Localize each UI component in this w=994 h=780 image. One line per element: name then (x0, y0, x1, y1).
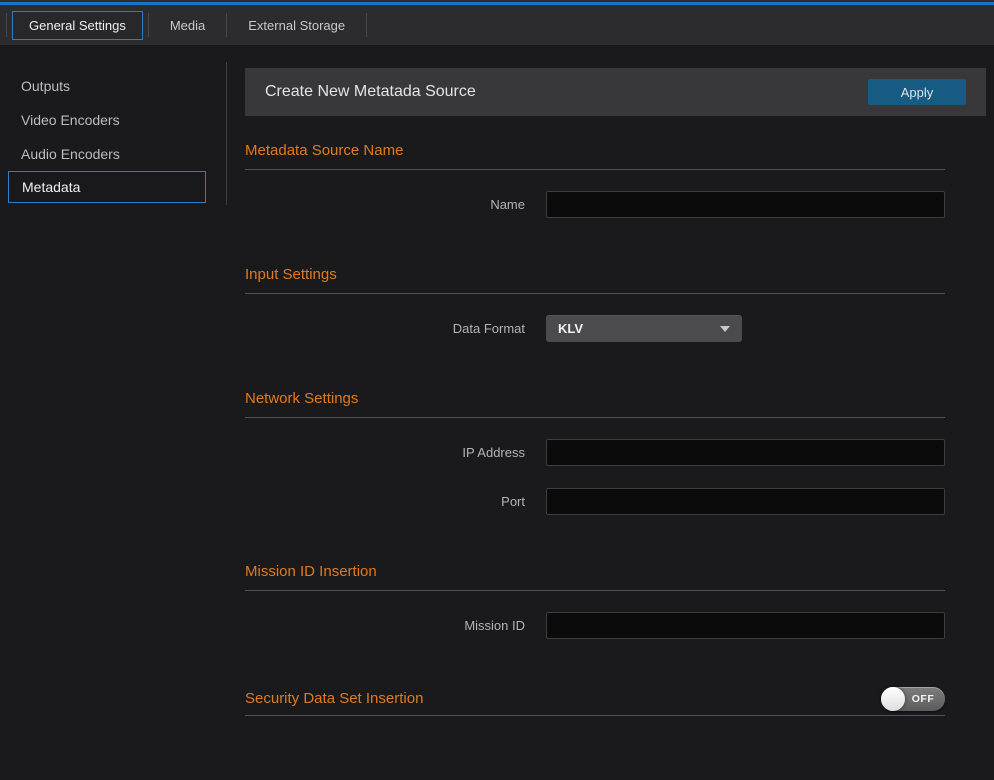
toggle-state-label: OFF (905, 693, 945, 705)
field-row-ip-address: IP Address (245, 439, 945, 466)
port-label: Port (245, 494, 525, 509)
section-divider (245, 417, 945, 418)
tab-external-storage[interactable]: External Storage (234, 12, 359, 39)
tab-separator (6, 13, 7, 37)
page-title: Create New Metatada Source (265, 83, 476, 101)
security-title-row: Security Data Set Insertion OFF (245, 687, 945, 711)
apply-button[interactable]: Apply (868, 79, 966, 105)
security-toggle[interactable]: OFF (881, 687, 945, 711)
sidebar-item-outputs[interactable]: Outputs (0, 69, 227, 103)
section-title: Input Settings (245, 266, 945, 284)
tab-general-settings[interactable]: General Settings (12, 11, 143, 40)
sidebar-item-audio-encoders[interactable]: Audio Encoders (0, 137, 227, 171)
metadata-form: Metadata Source Name Name Input Settings… (245, 142, 945, 716)
name-input[interactable] (546, 191, 945, 218)
section-metadata-source-name: Metadata Source Name Name (245, 142, 945, 218)
tab-separator (148, 13, 149, 37)
content-area: Outputs Video Encoders Audio Encoders Me… (0, 45, 994, 780)
name-label: Name (245, 197, 525, 212)
section-network-settings: Network Settings IP Address Port (245, 390, 945, 515)
section-title: Network Settings (245, 390, 945, 408)
section-title: Metadata Source Name (245, 142, 945, 160)
mission-id-label: Mission ID (245, 618, 525, 633)
section-input-settings: Input Settings Data Format KLV (245, 266, 945, 342)
field-row-name: Name (245, 191, 945, 218)
section-divider (245, 169, 945, 170)
mission-id-input[interactable] (546, 612, 945, 639)
caret-down-icon (720, 326, 730, 332)
field-row-mission-id: Mission ID (245, 612, 945, 639)
panel-header: Create New Metatada Source Apply (245, 68, 986, 116)
data-format-select[interactable]: KLV (546, 315, 742, 342)
section-title: Mission ID Insertion (245, 563, 945, 581)
sidebar-item-video-encoders[interactable]: Video Encoders (0, 103, 227, 137)
tab-separator (366, 13, 367, 37)
section-divider (245, 715, 945, 716)
tab-separator (226, 13, 227, 37)
sidebar-item-metadata[interactable]: Metadata (8, 171, 206, 203)
toggle-knob (881, 687, 905, 711)
sidebar: Outputs Video Encoders Audio Encoders Me… (0, 45, 227, 780)
section-divider (245, 293, 945, 294)
tab-bar: General Settings Media External Storage (0, 5, 994, 45)
section-mission-id-insertion: Mission ID Insertion Mission ID (245, 563, 945, 639)
port-input[interactable] (546, 488, 945, 515)
field-row-data-format: Data Format KLV (245, 315, 945, 342)
main-panel: Create New Metatada Source Apply Metadat… (227, 45, 994, 780)
section-security-data-set: Security Data Set Insertion OFF (245, 687, 945, 716)
field-row-port: Port (245, 488, 945, 515)
ip-address-label: IP Address (245, 445, 525, 460)
data-format-value: KLV (558, 321, 720, 336)
section-divider (245, 590, 945, 591)
tab-media[interactable]: Media (156, 12, 219, 39)
ip-address-input[interactable] (546, 439, 945, 466)
screen: General Settings Media External Storage … (0, 0, 994, 780)
section-title: Security Data Set Insertion (245, 690, 423, 708)
data-format-label: Data Format (245, 321, 525, 336)
